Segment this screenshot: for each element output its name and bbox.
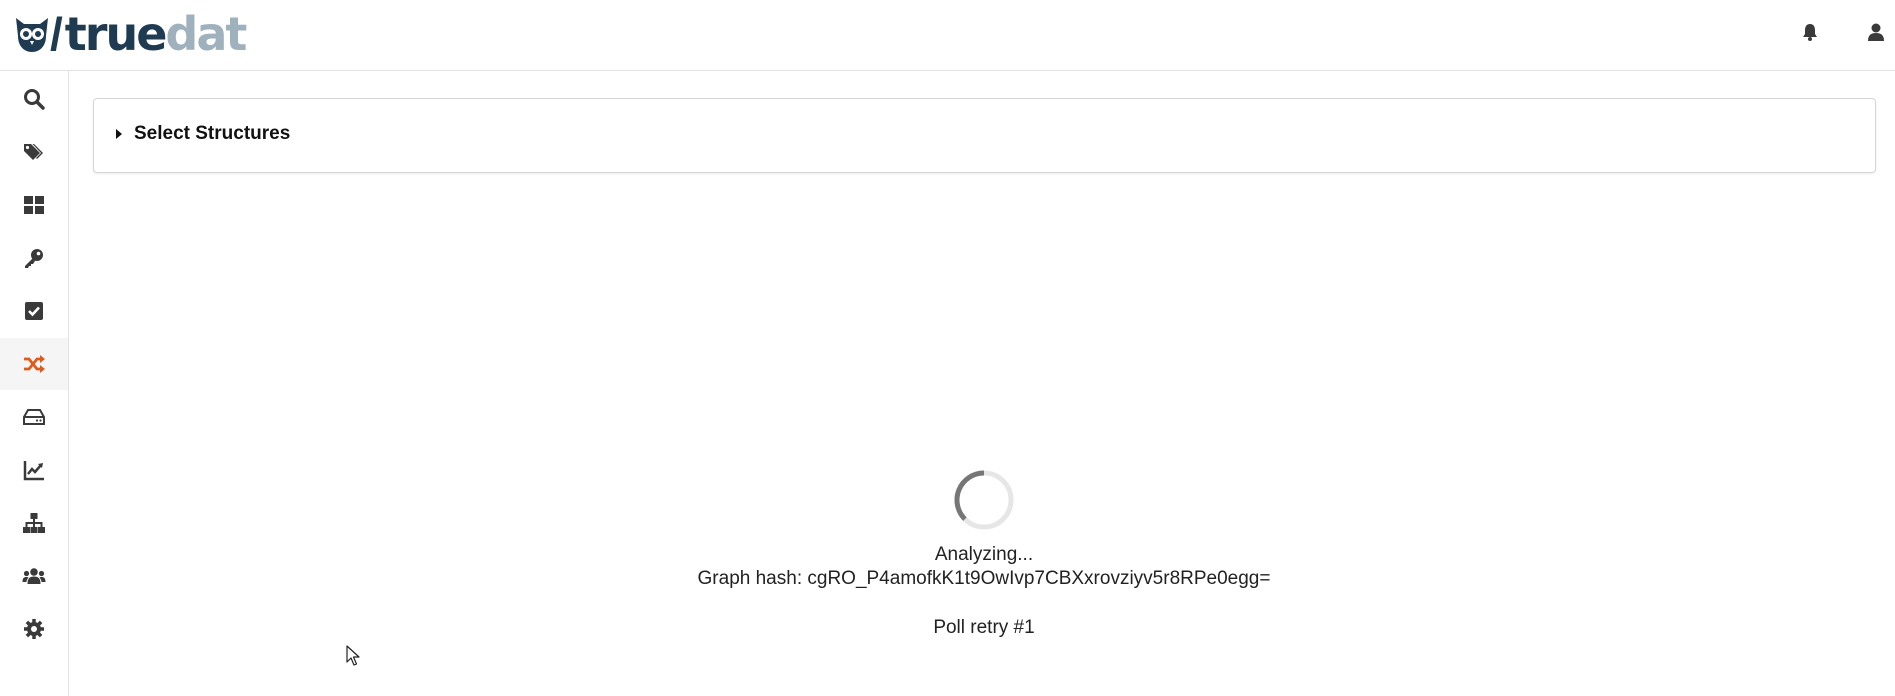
truedat-logo[interactable]: / truedat <box>12 7 248 61</box>
chart-line-icon <box>23 461 44 481</box>
owl-logo-icon <box>16 18 48 52</box>
sidebar-item-storage[interactable] <box>0 391 68 443</box>
hdd-icon <box>23 409 45 425</box>
logo-slash: / <box>50 8 63 60</box>
caret-right-icon <box>116 129 122 139</box>
sidebar-item-charts[interactable] <box>0 444 68 496</box>
graph-hash-text: Graph hash: cgRO_P4amofkK1t9OwIvp7CBXxro… <box>697 568 1271 589</box>
user-icon[interactable] <box>1866 22 1886 42</box>
mouse-pointer-icon <box>346 645 360 666</box>
sidebar-item-tags[interactable] <box>0 126 68 178</box>
shuffle-icon <box>24 355 45 373</box>
poll-retry-text: Poll retry #1 <box>933 617 1035 638</box>
sidebar-item-search[interactable] <box>0 73 68 125</box>
key-icon <box>25 249 43 268</box>
check-square-icon <box>25 302 43 320</box>
sidebar-item-structures[interactable] <box>0 497 68 549</box>
bell-icon[interactable] <box>1800 22 1820 42</box>
sidebar-item-checks[interactable] <box>0 285 68 337</box>
sidebar-item-lineage[interactable] <box>0 338 68 390</box>
sitemap-icon <box>23 513 45 533</box>
sidebar-item-dashboard[interactable] <box>0 179 68 231</box>
select-structures-toggle[interactable]: Select Structures <box>116 123 290 145</box>
loading-spinner <box>954 470 1014 530</box>
logo-text: truedat <box>64 7 248 61</box>
top-bar: / truedat <box>0 0 1895 71</box>
select-structures-panel: Select Structures <box>93 98 1876 173</box>
analyzing-text: Analyzing... <box>934 544 1034 565</box>
sidebar <box>0 71 69 696</box>
search-icon <box>24 89 45 110</box>
tags-icon <box>24 144 43 160</box>
dashboard-icon <box>24 196 44 214</box>
panel-title: Select Structures <box>134 123 291 144</box>
sidebar-item-key[interactable] <box>0 232 68 284</box>
